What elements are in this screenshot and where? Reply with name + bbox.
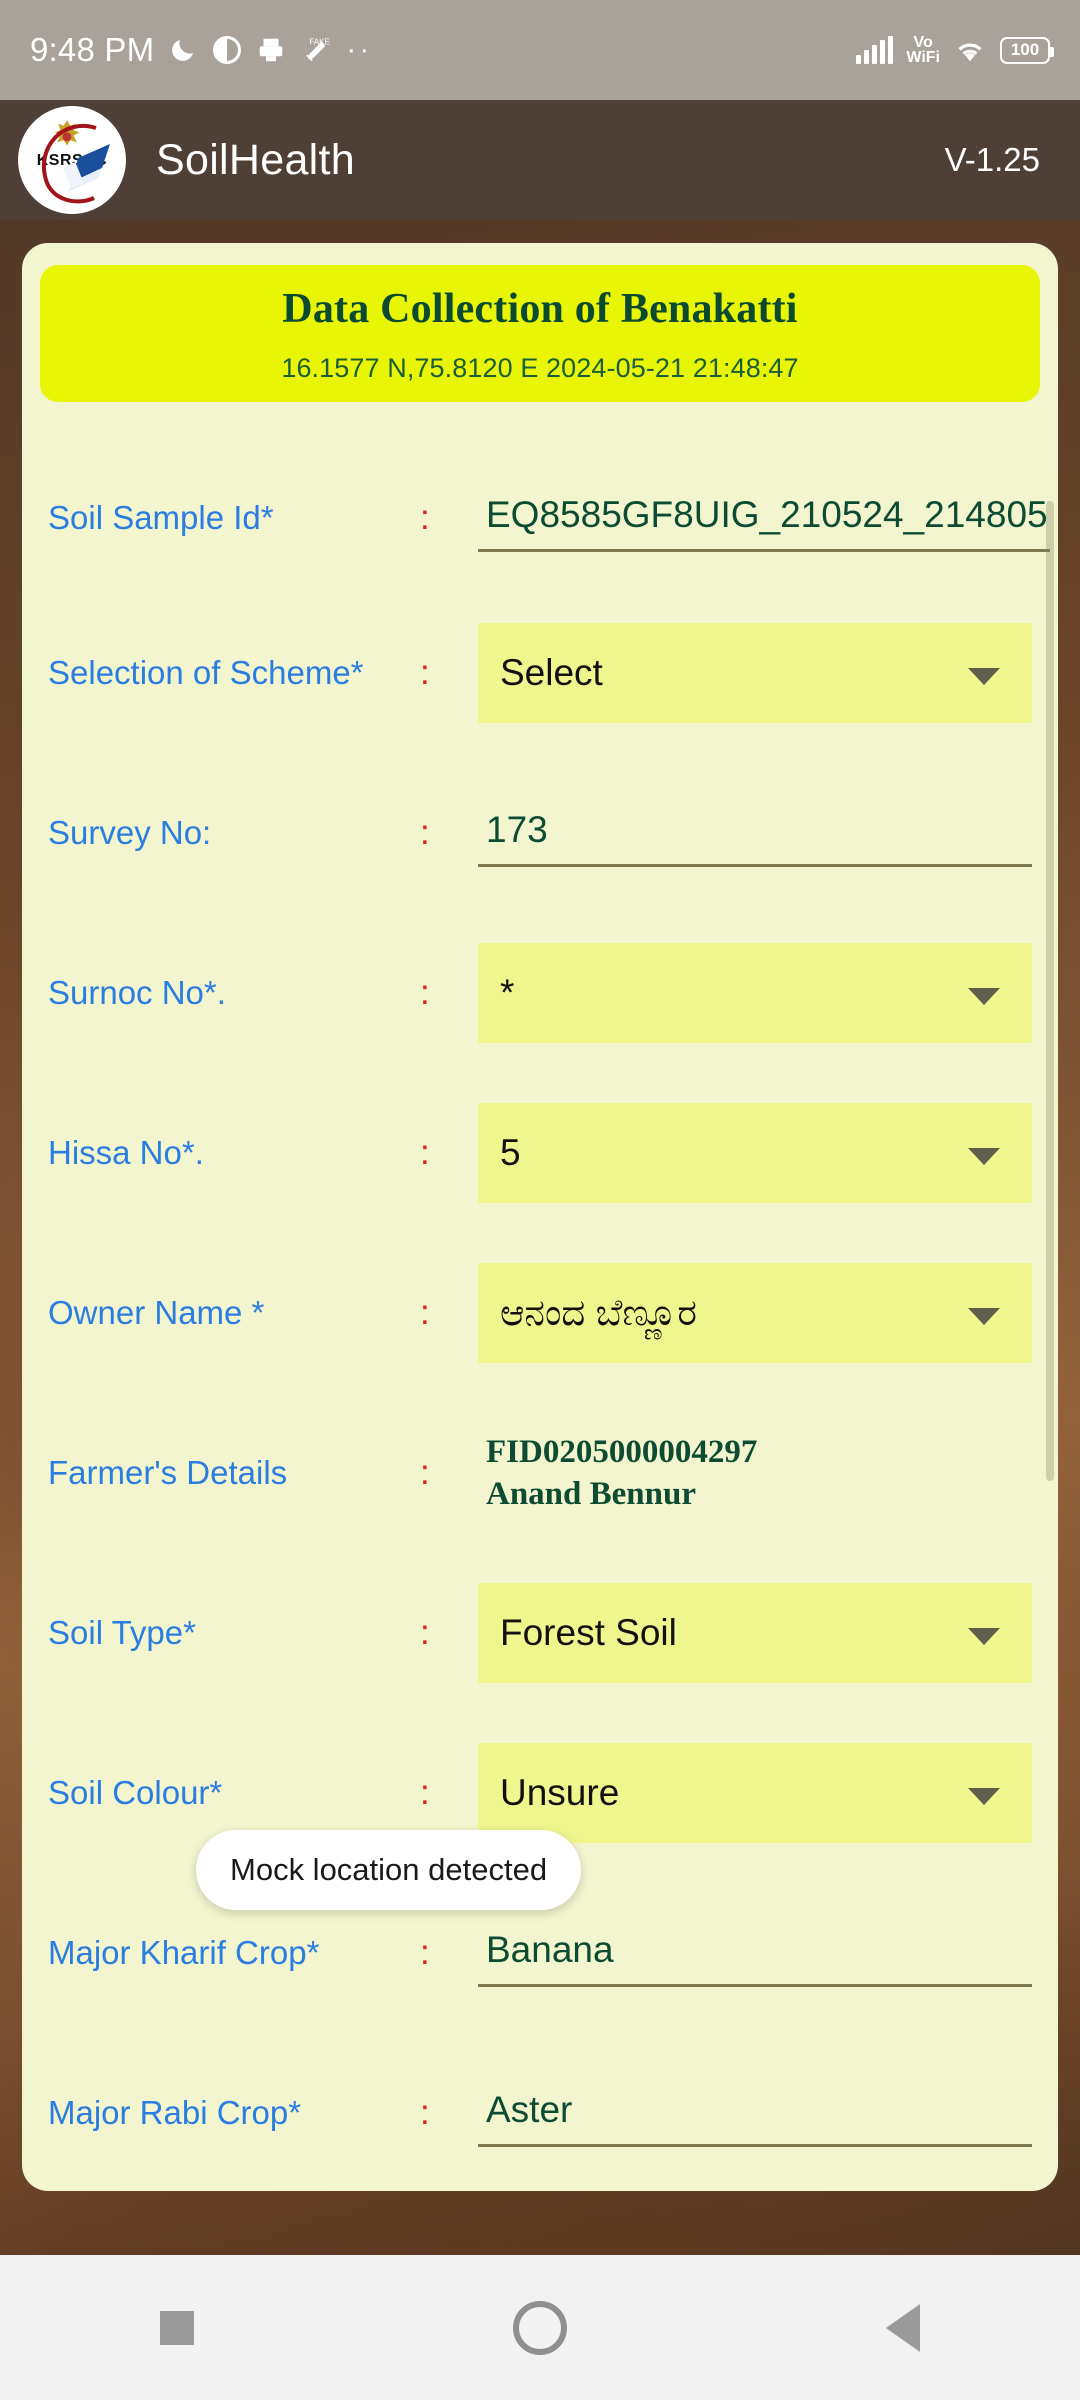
- soil-type-dropdown[interactable]: Forest Soil: [478, 1583, 1032, 1683]
- android-nav-bar: [0, 2255, 1080, 2400]
- surnoc-no-dropdown[interactable]: *: [478, 943, 1032, 1043]
- chevron-down-icon: [968, 1628, 1000, 1645]
- value-farmers-details: FID0205000004297 Anand Bennur: [478, 1431, 1032, 1515]
- app-version: V-1.25: [944, 141, 1040, 178]
- value-major-rabi-crop[interactable]: Aster: [478, 2080, 1032, 2147]
- banner-coordinates-timestamp: 16.1577 N,75.8120 E 2024-05-21 21:48:47: [281, 353, 799, 383]
- label-soil-colour: Soil Colour*: [48, 1774, 223, 1811]
- soil-sample-id-input[interactable]: EQ8585GF8UIG_210524_214805: [478, 485, 1050, 552]
- field-row-hissa-no: Hissa No*. : 5: [22, 1073, 1058, 1233]
- chevron-down-icon: [968, 1788, 1000, 1805]
- colon-10: :: [420, 2093, 430, 2132]
- label-major-rabi-crop: Major Rabi Crop*: [48, 2094, 302, 2131]
- status-clock: 9:48 PM: [30, 31, 155, 68]
- field-row-selection-of-scheme: Selection of Scheme* : Select: [22, 593, 1058, 753]
- back-triangle-icon[interactable]: [886, 2303, 921, 2352]
- surnoc-no-dropdown-value: *: [500, 972, 515, 1013]
- colon-2: :: [420, 813, 430, 852]
- colon-7: :: [420, 1613, 430, 1652]
- soil-colour-dropdown[interactable]: Unsure: [478, 1743, 1032, 1843]
- label-selection-of-scheme: Selection of Scheme*: [48, 654, 364, 691]
- value-soil-colour[interactable]: Unsure: [478, 1743, 1032, 1843]
- form-scroll-area[interactable]: Soil Sample Id* : EQ8585GF8UIG_210524_21…: [22, 443, 1058, 2191]
- survey-no-input[interactable]: 173: [478, 800, 1032, 867]
- field-row-owner-name: Owner Name * : ಆನಂದ ಬೆಣ್ಣೂರ: [22, 1233, 1058, 1393]
- value-survey-no[interactable]: 173: [478, 800, 1032, 867]
- chevron-down-icon: [968, 988, 1000, 1005]
- status-bar-left: 9:48 PM FAKE ··: [30, 31, 372, 69]
- colon-9: :: [420, 1933, 430, 1972]
- phone-screen: 9:48 PM FAKE ·· Vo WiFi 100 KSRSAC SoilH…: [0, 0, 1080, 2400]
- owner-name-dropdown-value: ಆನಂದ ಬೆಣ್ಣೂರ: [500, 1291, 697, 1333]
- colon-0: :: [420, 498, 430, 537]
- battery-level: 100: [1010, 40, 1040, 59]
- vowifi-line2: WiFi: [906, 49, 940, 66]
- contrast-icon: [212, 35, 242, 65]
- scheme-dropdown[interactable]: Select: [478, 623, 1032, 723]
- label-surnoc-no: Surnoc No*.: [48, 974, 226, 1011]
- label-major-kharif-crop: Major Kharif Crop*: [48, 1934, 320, 1971]
- moon-dnd-icon: [168, 35, 198, 65]
- label-soil-sample-id: Soil Sample Id*: [48, 499, 274, 536]
- signal-bars-icon: [856, 36, 894, 64]
- chevron-down-icon: [968, 668, 1000, 685]
- soil-type-dropdown-value: Forest Soil: [500, 1612, 677, 1653]
- printer-icon: [256, 35, 286, 65]
- app-bar: KSRSAC SoilHealth V-1.25: [0, 100, 1080, 220]
- chevron-down-icon: [968, 1308, 1000, 1325]
- label-hissa-no: Hissa No*.: [48, 1134, 204, 1171]
- hissa-no-dropdown[interactable]: 5: [478, 1103, 1032, 1203]
- soil-colour-dropdown-value: Unsure: [500, 1772, 620, 1813]
- colon-3: :: [420, 973, 430, 1012]
- recents-square-icon[interactable]: [159, 2310, 194, 2345]
- fake-gps-icon: FAKE: [300, 34, 332, 66]
- vertical-scrollbar[interactable]: [1046, 501, 1054, 1481]
- value-owner-name[interactable]: ಆನಂದ ಬೆಣ್ಣೂರ: [478, 1263, 1032, 1363]
- banner-title: Data Collection of Benakatti: [282, 286, 798, 332]
- major-rabi-crop-input[interactable]: Aster: [478, 2080, 1032, 2147]
- value-soil-type[interactable]: Forest Soil: [478, 1583, 1032, 1683]
- value-hissa-no[interactable]: 5: [478, 1103, 1032, 1203]
- value-soil-sample-id[interactable]: EQ8585GF8UIG_210524_214805: [478, 485, 1050, 552]
- colon-5: :: [420, 1293, 430, 1332]
- colon-1: :: [420, 653, 430, 692]
- chevron-down-icon: [968, 1148, 1000, 1165]
- status-bar-right: Vo WiFi 100: [856, 35, 1054, 66]
- label-owner-name: Owner Name *: [48, 1294, 265, 1331]
- colon-8: :: [420, 1773, 430, 1812]
- field-row-major-rabi-crop: Major Rabi Crop* : Aster: [22, 2033, 1058, 2191]
- owner-name-dropdown[interactable]: ಆನಂದ ಬೆಣ್ಣೂರ: [478, 1263, 1032, 1363]
- label-soil-type: Soil Type*: [48, 1614, 196, 1651]
- value-surnoc-no[interactable]: *: [478, 943, 1032, 1043]
- mock-location-toast: Mock location detected: [196, 1830, 582, 1910]
- more-dots-icon: ··: [346, 33, 373, 66]
- field-row-soil-sample-id: Soil Sample Id* : EQ8585GF8UIG_210524_21…: [22, 443, 1058, 593]
- value-major-kharif-crop[interactable]: Banana: [478, 1920, 1032, 1987]
- field-row-survey-no: Survey No: : 173: [22, 753, 1058, 913]
- label-farmers-details: Farmer's Details: [48, 1454, 288, 1491]
- collection-banner: Data Collection of Benakatti 16.1577 N,7…: [40, 265, 1040, 402]
- home-circle-icon[interactable]: [512, 2300, 567, 2355]
- major-kharif-crop-input[interactable]: Banana: [478, 1920, 1032, 1987]
- field-row-soil-type: Soil Type* : Forest Soil: [22, 1553, 1058, 1713]
- app-title: SoilHealth: [156, 135, 355, 184]
- field-row-farmers-details: Farmer's Details : FID0205000004297 Anan…: [22, 1393, 1058, 1553]
- colon-4: :: [420, 1133, 430, 1172]
- vowifi-icon: Vo WiFi: [906, 35, 940, 66]
- label-survey-no: Survey No:: [48, 814, 212, 851]
- ksrsac-logo: KSRSAC: [18, 106, 126, 214]
- value-selection-of-scheme[interactable]: Select: [478, 623, 1032, 723]
- wifi-icon: [953, 36, 987, 64]
- status-bar: 9:48 PM FAKE ·· Vo WiFi 100: [0, 0, 1080, 100]
- scheme-dropdown-value: Select: [500, 652, 603, 693]
- colon-6: :: [420, 1453, 430, 1492]
- hissa-no-dropdown-value: 5: [500, 1132, 521, 1173]
- farmers-details-text: FID0205000004297 Anand Bennur: [486, 1434, 758, 1512]
- field-row-surnoc-no: Surnoc No*. : *: [22, 913, 1058, 1073]
- battery-icon: 100: [1000, 36, 1054, 64]
